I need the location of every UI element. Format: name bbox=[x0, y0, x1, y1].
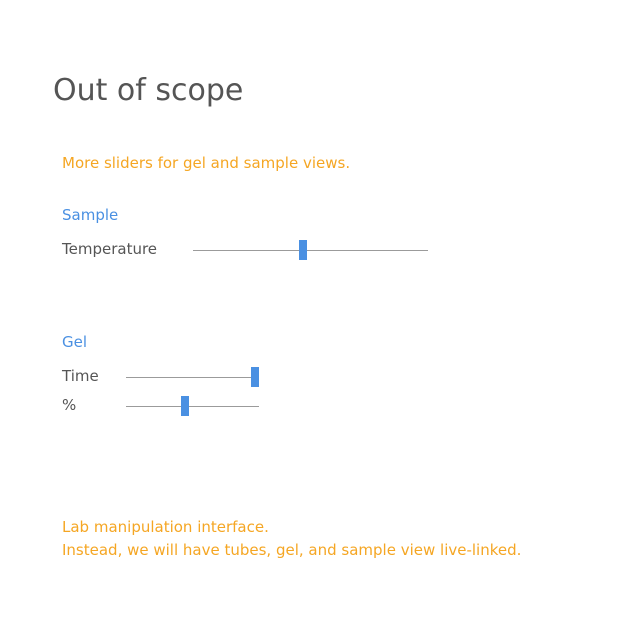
intro-note: More sliders for gel and sample views. bbox=[62, 154, 351, 172]
time-label: Time bbox=[62, 367, 99, 385]
gel-section-heading: Gel bbox=[62, 333, 88, 351]
temperature-slider-track[interactable] bbox=[193, 240, 428, 260]
temperature-label: Temperature bbox=[62, 240, 158, 258]
page-title: Out of scope bbox=[53, 73, 244, 109]
temperature-slider-thumb[interactable] bbox=[299, 240, 308, 260]
footer-note-line-2: Instead, we will have tubes, gel, and sa… bbox=[62, 541, 522, 559]
sample-section-heading: Sample bbox=[62, 206, 119, 224]
time-slider-track[interactable] bbox=[126, 367, 259, 387]
percent-slider-thumb[interactable] bbox=[180, 396, 189, 416]
percent-label: % bbox=[62, 396, 77, 414]
time-slider-thumb[interactable] bbox=[251, 367, 259, 387]
percent-slider-track[interactable] bbox=[126, 396, 259, 416]
footer-note-line-1: Lab manipulation interface. bbox=[62, 518, 269, 536]
